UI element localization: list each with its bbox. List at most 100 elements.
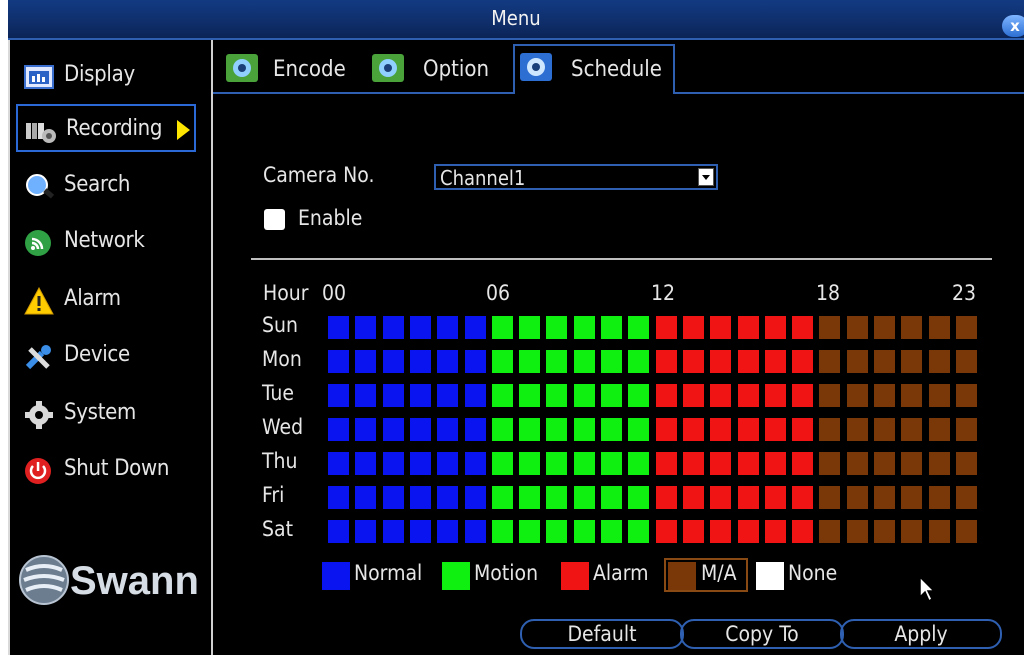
apply-button[interactable]: Apply: [840, 619, 1002, 649]
schedule-cell[interactable]: [601, 520, 622, 543]
enable-checkbox[interactable]: [264, 209, 285, 230]
schedule-cell[interactable]: [492, 418, 513, 441]
chevron-down-icon[interactable]: [698, 168, 714, 186]
schedule-cell[interactable]: [792, 316, 813, 339]
schedule-cell[interactable]: [929, 486, 950, 509]
schedule-cell[interactable]: [819, 452, 840, 475]
sidebar-item-display[interactable]: Display: [16, 52, 196, 100]
schedule-cell[interactable]: [574, 520, 595, 543]
schedule-cell[interactable]: [656, 316, 677, 339]
schedule-cell[interactable]: [956, 350, 977, 373]
schedule-cell[interactable]: [574, 486, 595, 509]
schedule-cell[interactable]: [683, 520, 704, 543]
schedule-cell[interactable]: [765, 350, 786, 373]
schedule-cell[interactable]: [738, 350, 759, 373]
schedule-cell[interactable]: [792, 384, 813, 407]
schedule-cell[interactable]: [738, 418, 759, 441]
schedule-cell[interactable]: [492, 350, 513, 373]
schedule-cell[interactable]: [465, 452, 486, 475]
schedule-cell[interactable]: [574, 316, 595, 339]
schedule-cell[interactable]: [383, 452, 404, 475]
schedule-cell[interactable]: [546, 452, 567, 475]
schedule-cell[interactable]: [929, 520, 950, 543]
schedule-cell[interactable]: [355, 486, 376, 509]
schedule-cell[interactable]: [519, 350, 540, 373]
schedule-cell[interactable]: [492, 520, 513, 543]
schedule-cell[interactable]: [628, 486, 649, 509]
schedule-cell[interactable]: [437, 418, 458, 441]
schedule-cell[interactable]: [546, 520, 567, 543]
schedule-cell[interactable]: [710, 384, 731, 407]
tab-encode[interactable]: Encode: [223, 44, 363, 90]
schedule-cell[interactable]: [656, 350, 677, 373]
schedule-cell[interactable]: [519, 452, 540, 475]
schedule-cell[interactable]: [410, 316, 431, 339]
schedule-cell[interactable]: [328, 418, 349, 441]
schedule-cell[interactable]: [901, 384, 922, 407]
schedule-cell[interactable]: [601, 384, 622, 407]
sidebar-item-shutdown[interactable]: Shut Down: [16, 446, 196, 494]
schedule-cell[interactable]: [847, 384, 868, 407]
schedule-cell[interactable]: [956, 520, 977, 543]
schedule-cell[interactable]: [901, 316, 922, 339]
schedule-cell[interactable]: [574, 452, 595, 475]
sidebar-item-network[interactable]: Network: [16, 218, 196, 266]
schedule-cell[interactable]: [901, 486, 922, 509]
tab-schedule[interactable]: Schedule: [513, 44, 675, 94]
schedule-cell[interactable]: [519, 316, 540, 339]
schedule-cell[interactable]: [601, 316, 622, 339]
schedule-cell[interactable]: [819, 520, 840, 543]
schedule-cell[interactable]: [874, 316, 895, 339]
schedule-cell[interactable]: [901, 520, 922, 543]
schedule-cell[interactable]: [656, 452, 677, 475]
schedule-cell[interactable]: [765, 486, 786, 509]
schedule-cell[interactable]: [765, 452, 786, 475]
schedule-cell[interactable]: [819, 316, 840, 339]
schedule-cell[interactable]: [628, 384, 649, 407]
schedule-cell[interactable]: [410, 452, 431, 475]
schedule-cell[interactable]: [328, 384, 349, 407]
sidebar-item-system[interactable]: System: [16, 390, 196, 438]
schedule-cell[interactable]: [738, 316, 759, 339]
schedule-cell[interactable]: [328, 452, 349, 475]
schedule-cell[interactable]: [956, 316, 977, 339]
default-button[interactable]: Default: [520, 619, 684, 649]
schedule-cell[interactable]: [901, 418, 922, 441]
schedule-cell[interactable]: [383, 520, 404, 543]
schedule-cell[interactable]: [601, 452, 622, 475]
schedule-cell[interactable]: [465, 486, 486, 509]
schedule-cell[interactable]: [465, 418, 486, 441]
schedule-cell[interactable]: [683, 452, 704, 475]
schedule-cell[interactable]: [328, 350, 349, 373]
schedule-cell[interactable]: [874, 520, 895, 543]
schedule-cell[interactable]: [519, 520, 540, 543]
schedule-cell[interactable]: [628, 452, 649, 475]
schedule-cell[interactable]: [874, 418, 895, 441]
schedule-cell[interactable]: [874, 350, 895, 373]
schedule-cell[interactable]: [410, 384, 431, 407]
schedule-cell[interactable]: [546, 418, 567, 441]
schedule-cell[interactable]: [710, 486, 731, 509]
schedule-cell[interactable]: [437, 350, 458, 373]
schedule-cell[interactable]: [355, 384, 376, 407]
schedule-cell[interactable]: [437, 452, 458, 475]
schedule-cell[interactable]: [465, 350, 486, 373]
schedule-cell[interactable]: [847, 520, 868, 543]
schedule-cell[interactable]: [738, 520, 759, 543]
schedule-cell[interactable]: [929, 350, 950, 373]
schedule-cell[interactable]: [929, 452, 950, 475]
schedule-cell[interactable]: [383, 486, 404, 509]
schedule-cell[interactable]: [874, 486, 895, 509]
schedule-cell[interactable]: [765, 384, 786, 407]
schedule-cell[interactable]: [819, 350, 840, 373]
schedule-cell[interactable]: [492, 452, 513, 475]
schedule-cell[interactable]: [437, 316, 458, 339]
tab-option[interactable]: Option: [371, 44, 511, 90]
schedule-cell[interactable]: [683, 350, 704, 373]
schedule-cell[interactable]: [465, 384, 486, 407]
schedule-cell[interactable]: [738, 452, 759, 475]
schedule-cell[interactable]: [683, 316, 704, 339]
schedule-cell[interactable]: [847, 486, 868, 509]
camera-select[interactable]: Channel1: [434, 164, 718, 190]
sidebar-item-recording[interactable]: Recording: [16, 104, 196, 152]
